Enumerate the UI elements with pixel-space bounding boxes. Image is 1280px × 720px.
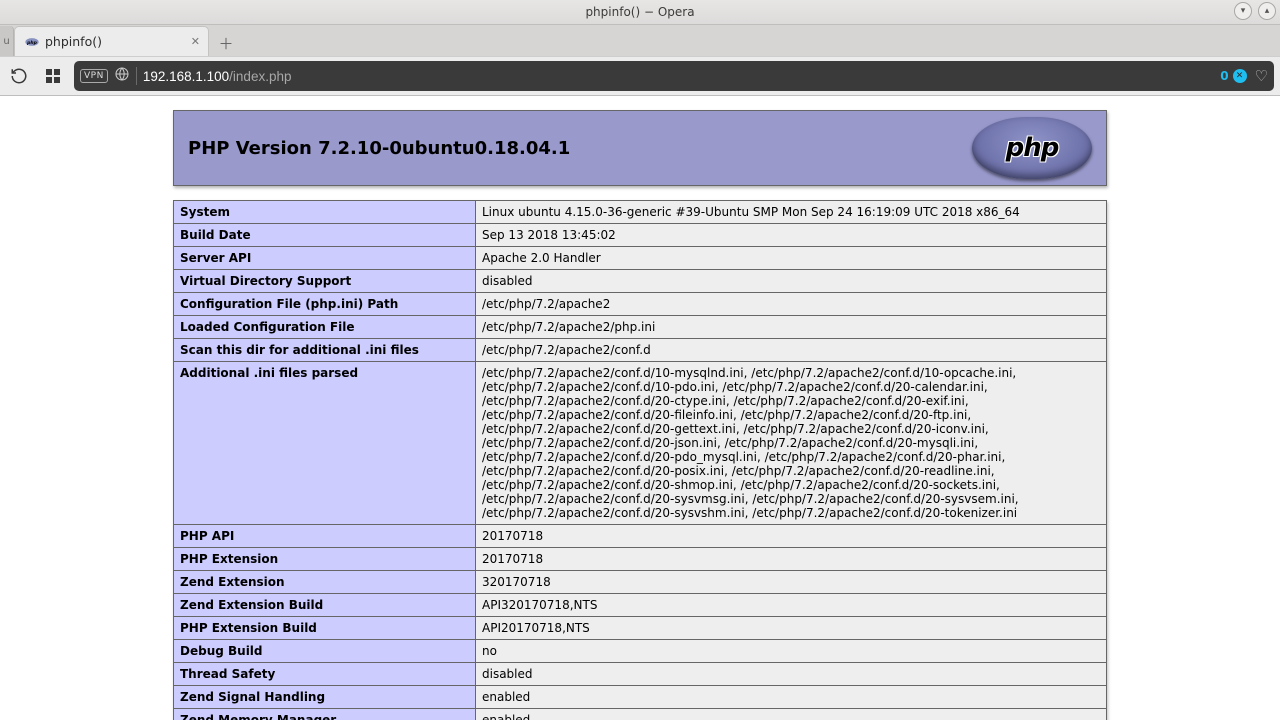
phpinfo-value: no: [476, 640, 1107, 663]
new-tab-button[interactable]: ＋: [213, 30, 239, 56]
php-version-title: PHP Version 7.2.10-0ubuntu0.18.04.1: [188, 138, 570, 159]
table-row: PHP Extension20170718: [174, 548, 1107, 571]
phpinfo-key: Scan this dir for additional .ini files: [174, 339, 476, 362]
phpinfo-key: PHP API: [174, 525, 476, 548]
maximize-button[interactable]: ▴: [1258, 2, 1276, 20]
phpinfo-value: Sep 13 2018 13:45:02: [476, 224, 1107, 247]
table-row: Zend Extension320170718: [174, 571, 1107, 594]
phpinfo-container: PHP Version 7.2.10-0ubuntu0.18.04.1 php …: [173, 110, 1107, 720]
phpinfo-key: Zend Memory Manager: [174, 709, 476, 720]
table-row: Zend Memory Managerenabled: [174, 709, 1107, 720]
table-row: Thread Safetydisabled: [174, 663, 1107, 686]
phpinfo-key: Zend Extension Build: [174, 594, 476, 617]
bookmark-heart-icon[interactable]: ♡: [1255, 67, 1268, 85]
phpinfo-key: Zend Extension: [174, 571, 476, 594]
address-row: VPN 192.168.1.100/index.php 0 ✕ ♡: [0, 56, 1280, 96]
url-host: 192.168.1.100: [143, 69, 229, 84]
phpinfo-value: enabled: [476, 709, 1107, 720]
phpinfo-key: Loaded Configuration File: [174, 316, 476, 339]
phpinfo-value: API320170718,NTS: [476, 594, 1107, 617]
table-row: Virtual Directory Supportdisabled: [174, 270, 1107, 293]
table-row: Loaded Configuration File/etc/php/7.2/ap…: [174, 316, 1107, 339]
menu-tab-stub[interactable]: u: [0, 26, 14, 56]
minimize-button[interactable]: ▾: [1234, 2, 1252, 20]
table-row: SystemLinux ubuntu 4.15.0-36-generic #39…: [174, 201, 1107, 224]
blocked-count: 0: [1220, 69, 1228, 83]
phpinfo-value: /etc/php/7.2/apache2/php.ini: [476, 316, 1107, 339]
speed-dial-button[interactable]: [40, 63, 66, 89]
table-row: Build DateSep 13 2018 13:45:02: [174, 224, 1107, 247]
phpinfo-value: enabled: [476, 686, 1107, 709]
url-right-controls: 0 ✕ ♡: [1220, 67, 1268, 85]
table-row: Debug Buildno: [174, 640, 1107, 663]
phpinfo-value: 20170718: [476, 548, 1107, 571]
phpinfo-value: 320170718: [476, 571, 1107, 594]
ad-block-icon[interactable]: ✕: [1233, 69, 1247, 83]
url-bar[interactable]: VPN 192.168.1.100/index.php 0 ✕ ♡: [74, 61, 1274, 91]
phpinfo-key: Build Date: [174, 224, 476, 247]
window-title: phpinfo() − Opera: [585, 5, 694, 19]
phpinfo-value: Apache 2.0 Handler: [476, 247, 1107, 270]
phpinfo-value: /etc/php/7.2/apache2/conf.d/10-mysqlnd.i…: [476, 362, 1107, 525]
phpinfo-key: Configuration File (php.ini) Path: [174, 293, 476, 316]
tab-title: phpinfo(): [45, 34, 185, 49]
svg-text:php: php: [26, 40, 37, 46]
phpinfo-value: disabled: [476, 663, 1107, 686]
php-favicon-icon: php: [25, 35, 39, 49]
phpinfo-key: Thread Safety: [174, 663, 476, 686]
table-row: Zend Signal Handlingenabled: [174, 686, 1107, 709]
phpinfo-key: Additional .ini files parsed: [174, 362, 476, 525]
table-row: Configuration File (php.ini) Path/etc/ph…: [174, 293, 1107, 316]
tab-bar: u php phpinfo() ✕ ＋: [0, 25, 1280, 56]
vpn-badge[interactable]: VPN: [80, 69, 108, 83]
table-row: Scan this dir for additional .ini files/…: [174, 339, 1107, 362]
table-row: Additional .ini files parsed/etc/php/7.2…: [174, 362, 1107, 525]
table-row: Server APIApache 2.0 Handler: [174, 247, 1107, 270]
phpinfo-key: Virtual Directory Support: [174, 270, 476, 293]
browser-tab-active[interactable]: php phpinfo() ✕: [14, 26, 209, 56]
phpinfo-value: disabled: [476, 270, 1107, 293]
phpinfo-key: Server API: [174, 247, 476, 270]
globe-icon: [114, 66, 130, 86]
window-titlebar: phpinfo() − Opera ▾ ▴: [0, 0, 1280, 25]
url-path: /index.php: [229, 69, 291, 84]
url-text: 192.168.1.100/index.php: [143, 69, 1214, 84]
phpinfo-key: Debug Build: [174, 640, 476, 663]
table-row: PHP Extension BuildAPI20170718,NTS: [174, 617, 1107, 640]
close-tab-icon[interactable]: ✕: [191, 35, 200, 48]
page-viewport[interactable]: PHP Version 7.2.10-0ubuntu0.18.04.1 php …: [0, 96, 1280, 720]
phpinfo-key: PHP Extension: [174, 548, 476, 571]
phpinfo-value: API20170718,NTS: [476, 617, 1107, 640]
php-logo-text: php: [1006, 133, 1059, 163]
phpinfo-key: System: [174, 201, 476, 224]
url-separator: [136, 67, 137, 85]
phpinfo-header: PHP Version 7.2.10-0ubuntu0.18.04.1 php: [173, 110, 1107, 186]
window-controls: ▾ ▴: [1234, 2, 1276, 20]
phpinfo-table: SystemLinux ubuntu 4.15.0-36-generic #39…: [173, 200, 1107, 720]
table-row: Zend Extension BuildAPI320170718,NTS: [174, 594, 1107, 617]
phpinfo-key: Zend Signal Handling: [174, 686, 476, 709]
table-row: PHP API20170718: [174, 525, 1107, 548]
phpinfo-value: 20170718: [476, 525, 1107, 548]
phpinfo-key: PHP Extension Build: [174, 617, 476, 640]
phpinfo-value: /etc/php/7.2/apache2: [476, 293, 1107, 316]
php-logo: php: [972, 117, 1092, 179]
reload-button[interactable]: [6, 63, 32, 89]
phpinfo-value: /etc/php/7.2/apache2/conf.d: [476, 339, 1107, 362]
phpinfo-value: Linux ubuntu 4.15.0-36-generic #39-Ubunt…: [476, 201, 1107, 224]
